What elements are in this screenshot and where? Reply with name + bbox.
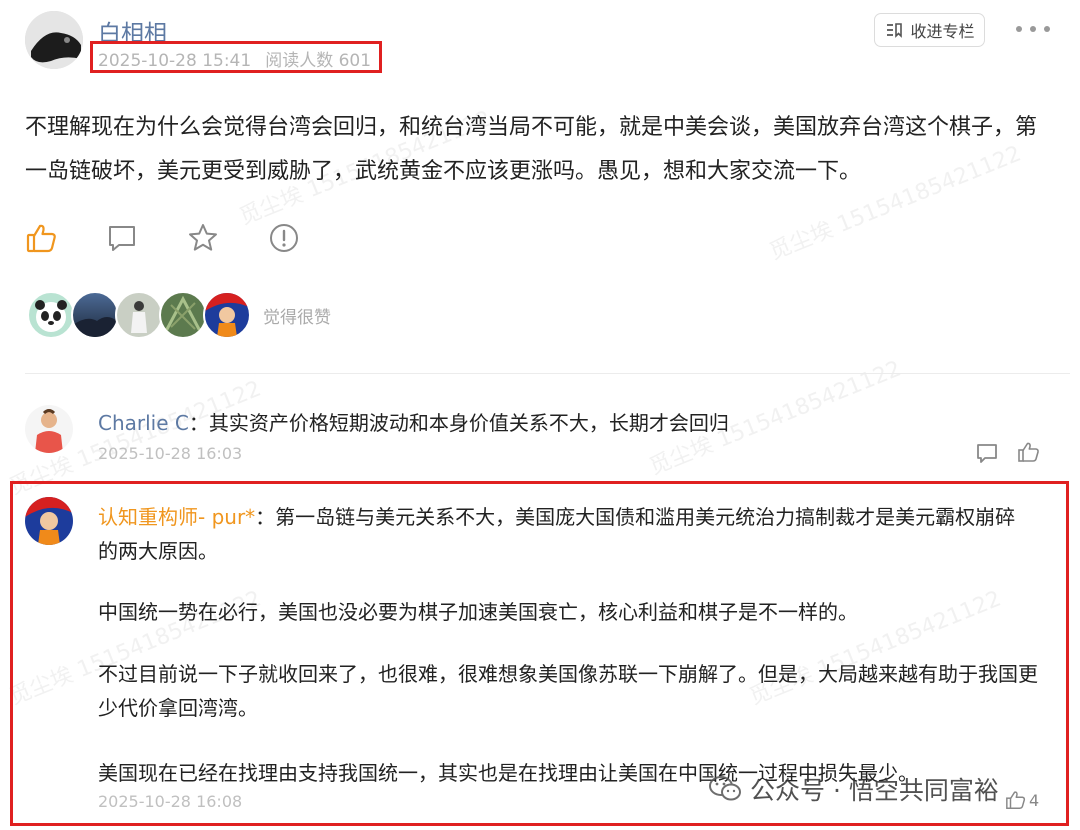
cartoon-avatar[interactable] [203,291,251,339]
brand-watermark: 公众号 · 悟空共同富裕 [708,771,999,807]
post-date: 2025-10-28 15:41 [98,51,252,71]
commenter-name[interactable]: 认知重构师- pur* [98,505,255,529]
star-icon [189,224,217,251]
thumbs-up-icon [1018,442,1039,462]
comment-icon [977,444,997,463]
more-dot [1030,26,1036,32]
brand-text: 公众号 · 悟空共同富裕 [750,776,999,805]
post-body: 不理解现在为什么会觉得台湾会回归，和统台湾当局不可能，就是中美会谈，美国放弃台湾… [25,115,1038,184]
landscape-avatar[interactable] [71,291,119,339]
like-button[interactable] [25,221,59,255]
person-avatar[interactable] [115,291,163,339]
likers-row: 觉得很赞 [27,290,331,340]
more-dot [1016,26,1022,32]
report-button[interactable] [267,221,301,255]
comment-date: 2025-10-28 16:03 [98,444,243,463]
comment-like-button[interactable]: 4 [1005,789,1039,811]
report-icon [270,224,298,252]
more-options-button[interactable] [1016,16,1050,42]
wechat-icon [709,776,741,801]
author-avatar[interactable] [25,11,83,69]
comment-button[interactable] [105,221,139,255]
comment-text: 认知重构师- pur*：第一岛链与美元关系不大，美国庞大国债和滥用美元统治力搞制… [98,500,1033,568]
collect-icon [887,23,903,38]
comment-paragraph: 不过目前说一下子就收回来了，也很难，很难想象美国像苏联一下崩解了。但是，大局越来… [98,662,1038,720]
likers-label: 觉得很赞 [263,307,331,328]
comment-avatar[interactable] [25,405,73,453]
divider [25,373,1070,374]
comment-avatar[interactable] [25,497,73,545]
comment-body: ：其实资产价格短期波动和本身价值关系不大，长期才会回归 [188,411,729,435]
read-count: 阅读人数 601 [265,51,372,71]
favorite-button[interactable] [186,221,220,255]
collect-label: 收进专栏 [910,22,975,41]
thumbs-up-icon [1006,791,1026,809]
plant-avatar[interactable] [159,291,207,339]
thumbs-up-icon [26,224,56,253]
collect-button[interactable]: 收进专栏 [874,13,985,47]
more-dot [1044,26,1050,32]
comment-date: 2025-10-28 16:08 [98,792,243,811]
panda-avatar[interactable] [27,291,75,339]
post-meta: 2025-10-28 15:41 阅读人数 601 [98,46,371,71]
commenter-name[interactable]: Charlie C [98,411,189,435]
comment-text: Charlie C：其实资产价格短期波动和本身价值关系不大，长期才会回归 [98,406,1048,440]
comment-reply-button[interactable] [975,441,999,469]
comment-paragraph: 中国统一势在必行，美国也没必要为棋子加速美国衰亡，核心利益和棋子是不一样的。 [98,600,858,624]
comment-icon [109,226,135,251]
like-count: 4 [1029,790,1040,810]
comment-like-button[interactable] [1017,440,1041,468]
